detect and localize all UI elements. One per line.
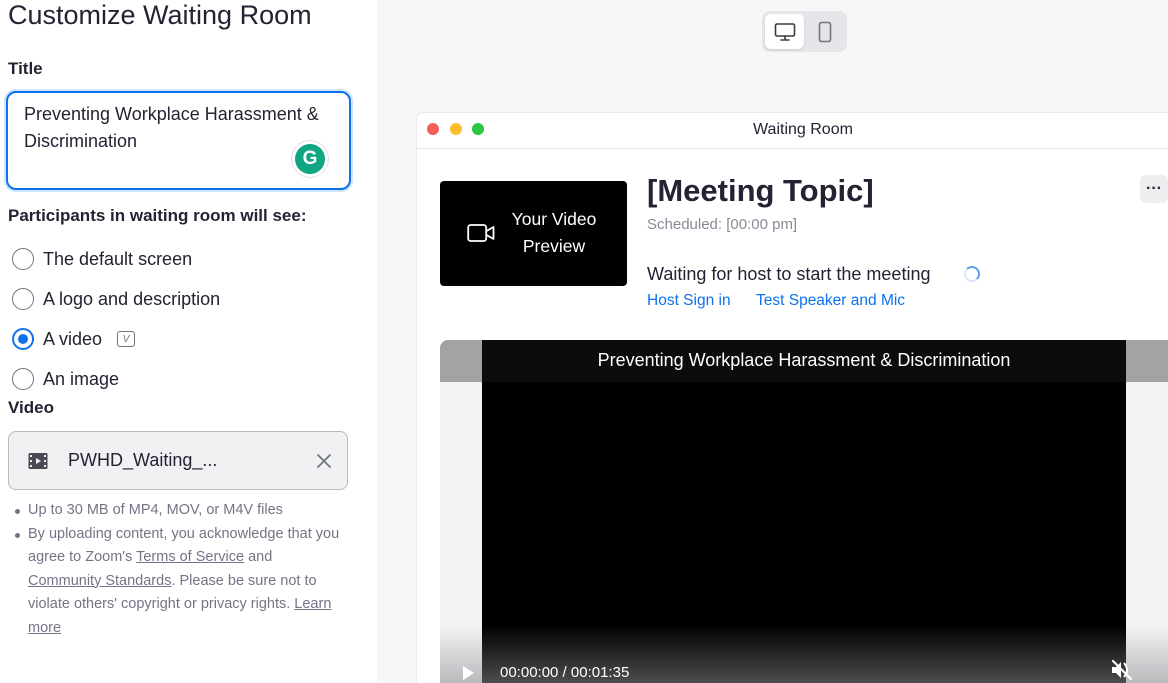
- terms-of-service-link[interactable]: Terms of Service: [136, 549, 244, 565]
- option-label: A logo and description: [43, 288, 221, 309]
- window-title: Waiting Room: [753, 121, 853, 138]
- video-label: Video: [8, 398, 54, 417]
- host-sign-in-link[interactable]: Host Sign in: [647, 292, 731, 310]
- participants-label: Participants in waiting room will see:: [8, 206, 307, 225]
- test-speaker-link[interactable]: Test Speaker and Mic: [756, 292, 905, 310]
- customize-panel: Customize Waiting Room Title Preventing …: [0, 0, 377, 683]
- window-titlebar: Waiting Room: [417, 113, 1168, 149]
- note-terms: By uploading content, you acknowledge th…: [14, 523, 349, 641]
- video-preview-tile: Your Video Preview: [440, 181, 627, 286]
- radio-image[interactable]: [12, 368, 34, 390]
- radio-video[interactable]: [12, 328, 34, 350]
- video-badge-icon: V: [117, 331, 136, 347]
- video-camera-icon: [467, 224, 495, 242]
- player-title: Preventing Workplace Harassment & Discri…: [597, 350, 1011, 370]
- loading-spinner-icon: [964, 266, 980, 282]
- desktop-view-button[interactable]: [765, 14, 804, 49]
- community-standards-link[interactable]: Community Standards: [28, 573, 171, 589]
- option-label: The default screen: [43, 248, 193, 269]
- film-icon: [28, 453, 48, 469]
- note-file-limit: Up to 30 MB of MP4, MOV, or M4V files: [14, 499, 349, 523]
- close-icon[interactable]: [314, 451, 334, 471]
- grammarly-letter: G: [295, 144, 325, 174]
- note-text: and: [244, 549, 273, 565]
- mute-icon[interactable]: [1110, 659, 1134, 681]
- meeting-topic: [Meeting Topic]: [647, 173, 874, 208]
- more-options-button[interactable]: ···: [1140, 175, 1168, 203]
- play-icon[interactable]: [461, 665, 475, 681]
- desktop-icon: [774, 22, 795, 41]
- waiting-message: Waiting for host to start the meeting: [647, 264, 931, 284]
- scheduled-time: Scheduled: [00:00 pm]: [647, 216, 798, 233]
- upload-notes: Up to 30 MB of MP4, MOV, or M4V files By…: [14, 499, 349, 640]
- option-label: A video: [43, 328, 103, 349]
- mobile-view-button[interactable]: [805, 14, 844, 49]
- grammarly-icon[interactable]: G: [292, 141, 328, 177]
- page-title: Customize Waiting Room: [8, 0, 312, 30]
- waiting-room-preview-window: Waiting Room Your Video Preview [Meeting…: [417, 113, 1168, 683]
- option-default-screen[interactable]: The default screen: [12, 247, 192, 271]
- option-logo-description[interactable]: A logo and description: [12, 287, 220, 311]
- title-textarea[interactable]: Preventing Workplace Harassment & Discri…: [6, 91, 351, 190]
- player-time: 00:00:00 / 00:01:35: [500, 664, 630, 681]
- option-video[interactable]: A video V: [12, 327, 136, 351]
- uploaded-video-file: PWHD_Waiting_...: [8, 431, 348, 490]
- mobile-icon: [818, 21, 831, 42]
- video-player[interactable]: Preventing Workplace Harassment & Discri…: [440, 340, 1168, 683]
- title-value[interactable]: Preventing Workplace Harassment & Discri…: [24, 101, 334, 155]
- title-label: Title: [8, 59, 43, 78]
- file-name: PWHD_Waiting_...: [68, 450, 218, 470]
- radio-logo-description[interactable]: [12, 288, 34, 310]
- option-image[interactable]: An image: [12, 367, 119, 391]
- radio-default-screen[interactable]: [12, 248, 34, 270]
- device-toggle: [762, 11, 847, 52]
- video-preview-text: Your Video Preview: [511, 209, 597, 256]
- option-label: An image: [43, 368, 120, 389]
